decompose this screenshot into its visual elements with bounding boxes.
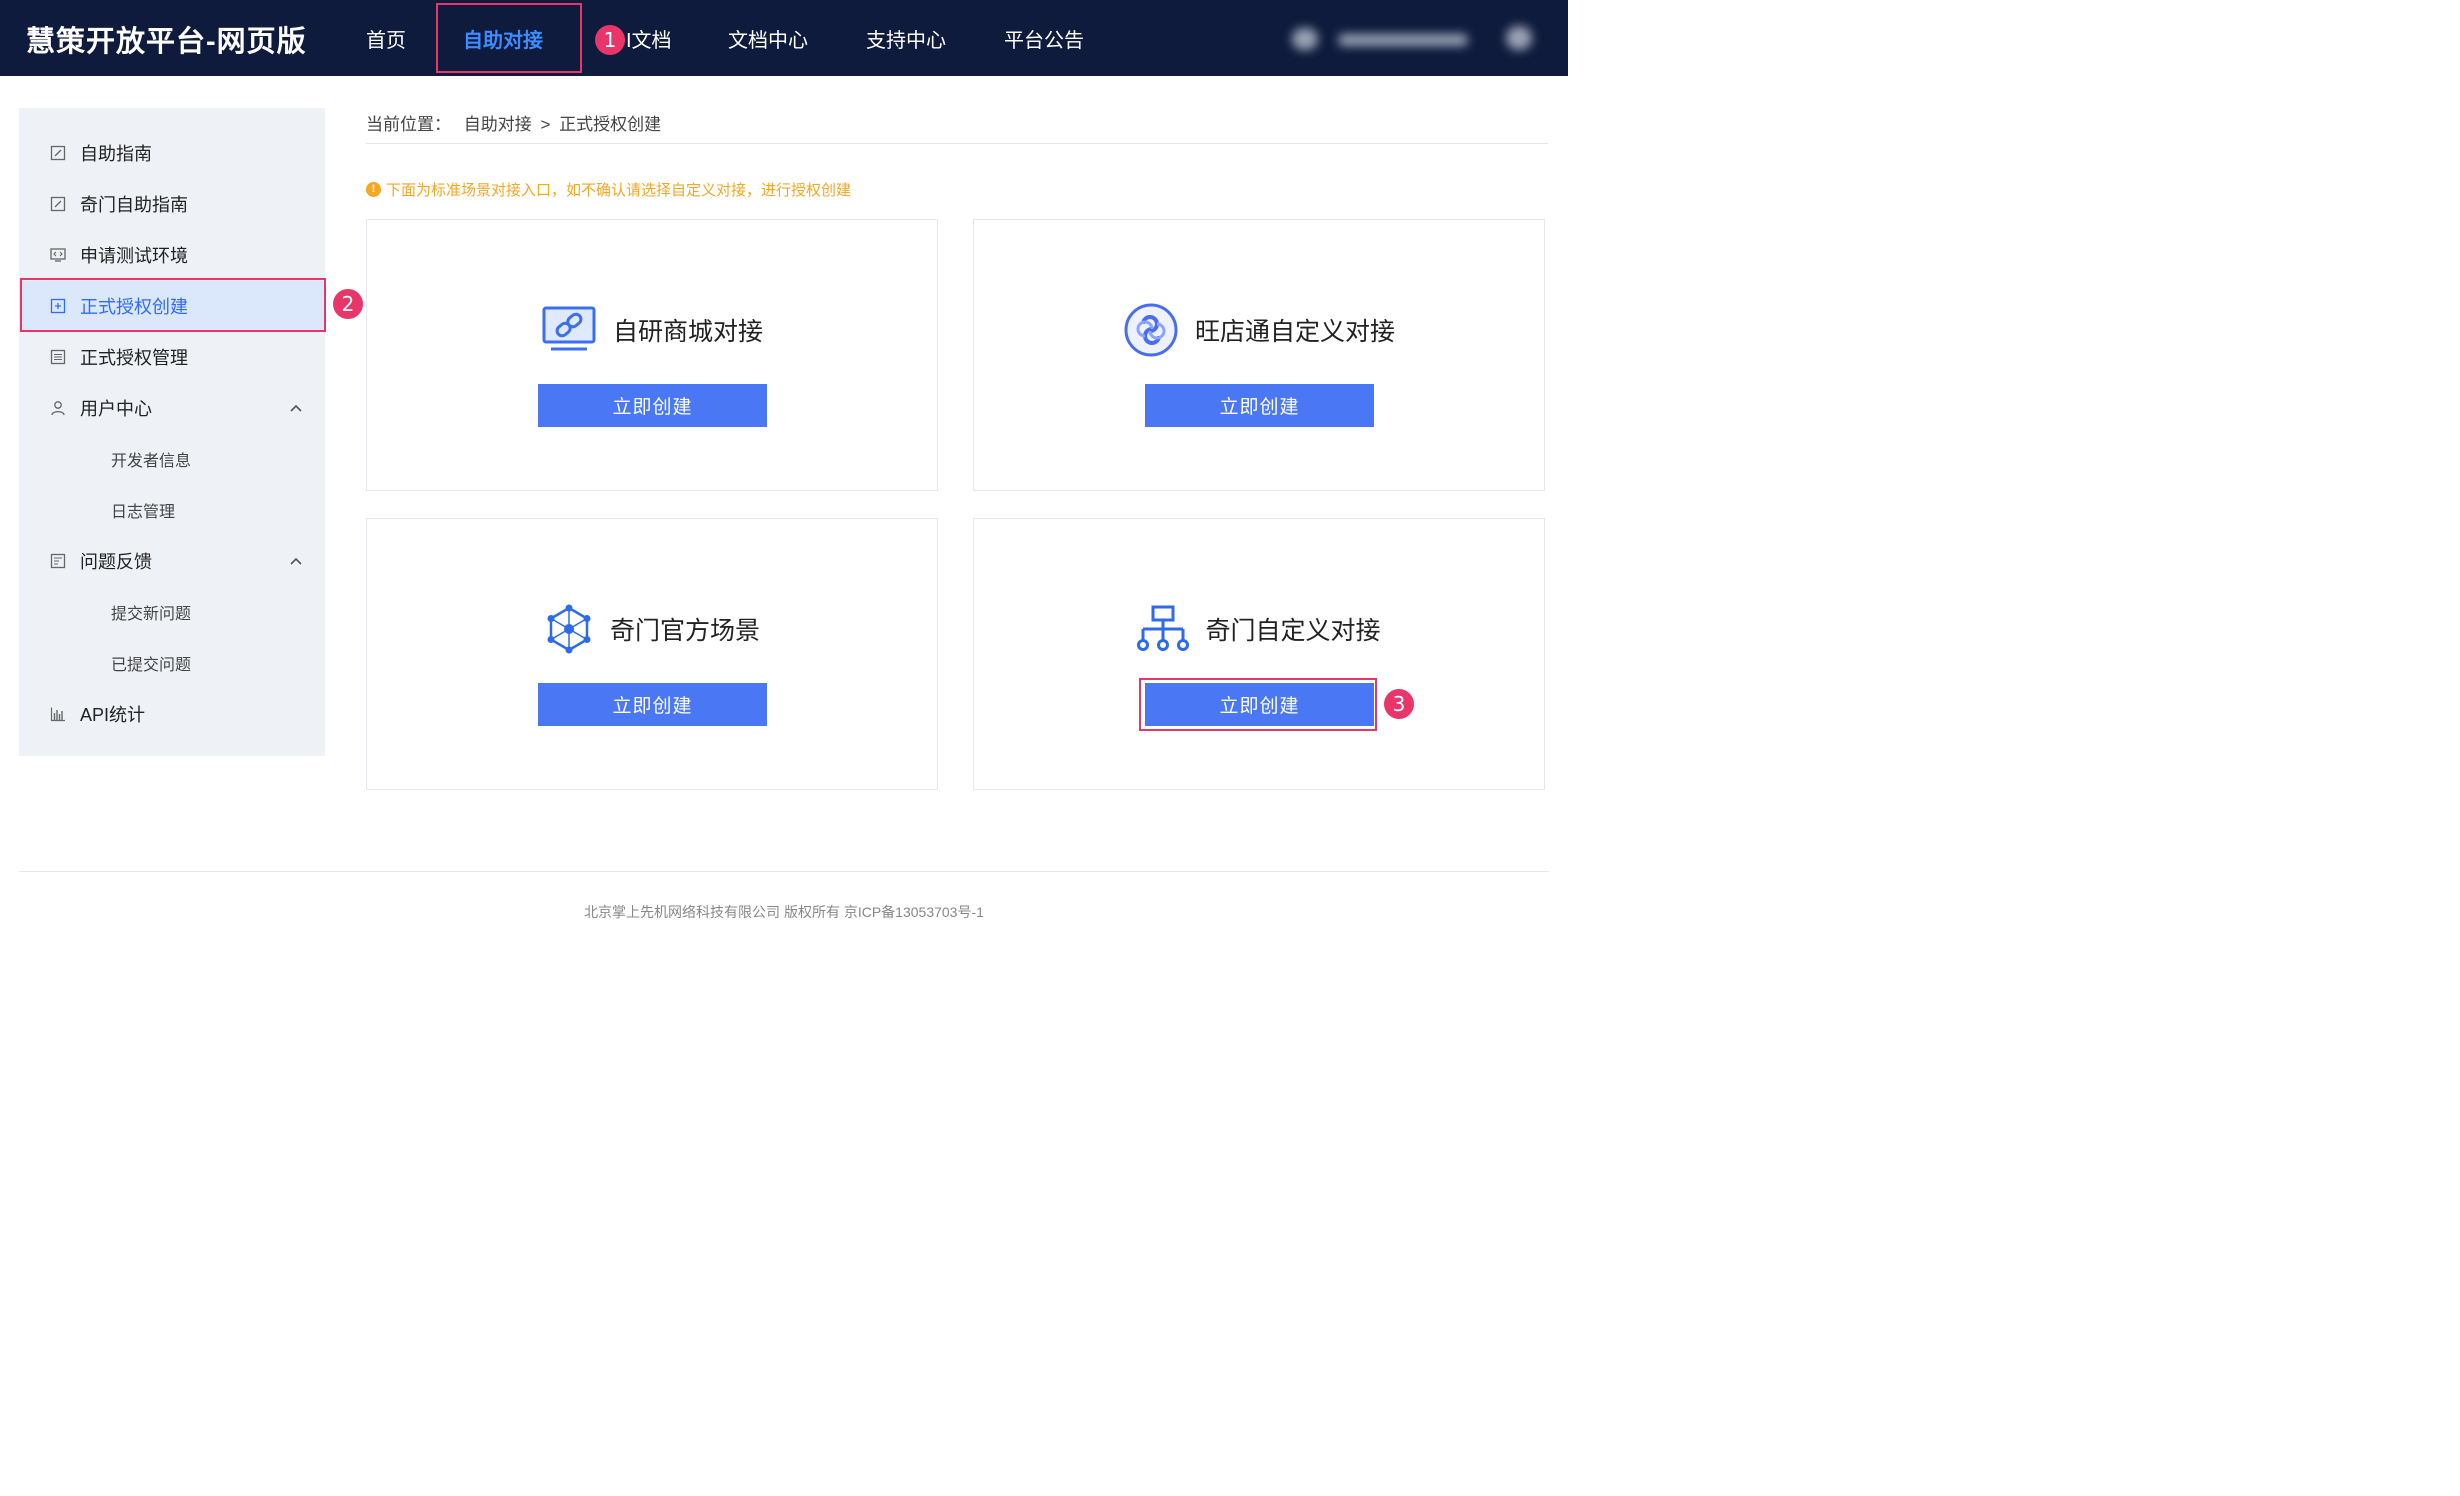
create-button-wdt-custom[interactable]: 立即创建 [1145,384,1374,427]
sidebar-item-label: 奇门自助指南 [80,195,188,215]
card-header: 旺店通自定义对接 [974,302,1544,358]
breadcrumb: 当前位置： 自助对接 > 正式授权创建 [366,110,661,135]
chevron-up-icon[interactable] [289,401,303,415]
sidebar-item-api-stats[interactable]: API统计 [19,689,325,739]
sidebar-item-label: 提交新问题 [111,606,192,623]
breadcrumb-prefix: 当前位置： [366,115,451,134]
nav-highlight-box [436,3,582,73]
wdt-logo-icon [1124,303,1178,357]
nav-api-docs[interactable]: I文档 [626,24,672,53]
sidebar-item-auth-manage[interactable]: 正式授权管理 [19,332,325,382]
sidebar-item-label: 问题反馈 [80,552,152,572]
sidebar-item-label: 申请测试环境 [80,246,188,266]
code-monitor-icon [50,248,66,262]
create-button-qimen-official[interactable]: 立即创建 [538,683,767,726]
sidebar-item-label: API统计 [80,705,146,725]
card-header: 奇门自定义对接 [974,601,1544,657]
user-icon [51,401,65,416]
edit-doc-icon [50,196,66,212]
card-header: 自研商城对接 [367,302,937,358]
sidebar-item-test-env[interactable]: 申请测试环境 [19,230,325,280]
chevron-up-icon[interactable] [289,554,303,568]
sidebar-item-log-manage[interactable]: 日志管理 [19,485,325,535]
card-title: 奇门自定义对接 [1205,617,1381,645]
sidebar-item-submit-issue[interactable]: 提交新问题 [19,587,325,637]
org-chart-icon [1137,605,1190,651]
card-self-mall: 自研商城对接 立即创建 [366,219,938,491]
list-box-icon [50,349,66,365]
sidebar-item-feedback[interactable]: 问题反馈 [19,536,325,586]
footer-divider [19,871,1549,872]
notice-text: 下面为标准场景对接入口，如不确认请选择自定义对接，进行授权创建 [386,182,852,199]
button-highlight-box [1139,678,1377,731]
card-qimen-custom: 奇门自定义对接 立即创建 [973,518,1545,790]
card-qimen-official: 奇门官方场景 立即创建 [366,518,938,790]
card-title: 旺店通自定义对接 [1194,318,1395,346]
breadcrumb-current: 正式授权创建 [559,115,662,134]
breadcrumb-separator: > [540,115,551,134]
user-account-blurred[interactable] [1288,26,1538,52]
sidebar-item-label: 开发者信息 [111,453,192,470]
brand-title: 慧策开放平台-网页版 [26,26,307,58]
sidebar: 自助指南 奇门自助指南 申请测试环境 正式授权创建 正式授权管理 用户中心 开发… [19,108,325,756]
step-marker-2: 2 [333,289,363,319]
breadcrumb-parent[interactable]: 自助对接 [464,115,532,134]
notice-banner: ! 下面为标准场景对接入口，如不确认请选择自定义对接，进行授权创建 [366,179,851,200]
create-button-self-mall[interactable]: 立即创建 [538,384,767,427]
edit-doc-icon [50,145,66,161]
nav-doc-center[interactable]: 文档中心 [728,24,808,53]
sidebar-item-guide[interactable]: 自助指南 [19,128,325,178]
sidebar-item-label: 日志管理 [111,504,176,521]
network-hex-icon [547,604,591,654]
warning-icon: ! [366,182,381,197]
sidebar-item-label: 正式授权管理 [80,348,188,368]
step-marker-1: 1 [595,25,625,55]
card-title: 自研商城对接 [612,318,763,346]
sidebar-item-label: 自助指南 [80,144,152,164]
top-nav-bar: 慧策开放平台-网页版 首页 自助对接 I文档 文档中心 支持中心 平台公告 [0,0,1568,76]
sidebar-item-label: 已提交问题 [111,657,192,674]
card-header: 奇门官方场景 [367,601,937,657]
link-monitor-icon [542,306,596,351]
sidebar-item-submitted-issues[interactable]: 已提交问题 [19,638,325,688]
bar-chart-icon [50,707,65,722]
sidebar-item-developer-info[interactable]: 开发者信息 [19,434,325,484]
card-wdt-custom: 旺店通自定义对接 立即创建 [973,219,1545,491]
nav-home[interactable]: 首页 [366,24,406,53]
feedback-icon [50,553,66,569]
nav-announcements[interactable]: 平台公告 [1004,24,1084,53]
sidebar-item-user-center[interactable]: 用户中心 [19,383,325,433]
sidebar-item-qimen-guide[interactable]: 奇门自助指南 [19,179,325,229]
step-marker-3: 3 [1384,689,1414,719]
footer-copyright: 北京掌上先机网络科技有限公司 版权所有 京ICP备13053703号-1 [584,904,984,920]
nav-support-center[interactable]: 支持中心 [866,24,946,53]
sidebar-highlight-box [20,278,326,332]
card-title: 奇门官方场景 [609,617,760,645]
breadcrumb-divider [366,143,1548,144]
sidebar-item-label: 用户中心 [80,399,152,419]
